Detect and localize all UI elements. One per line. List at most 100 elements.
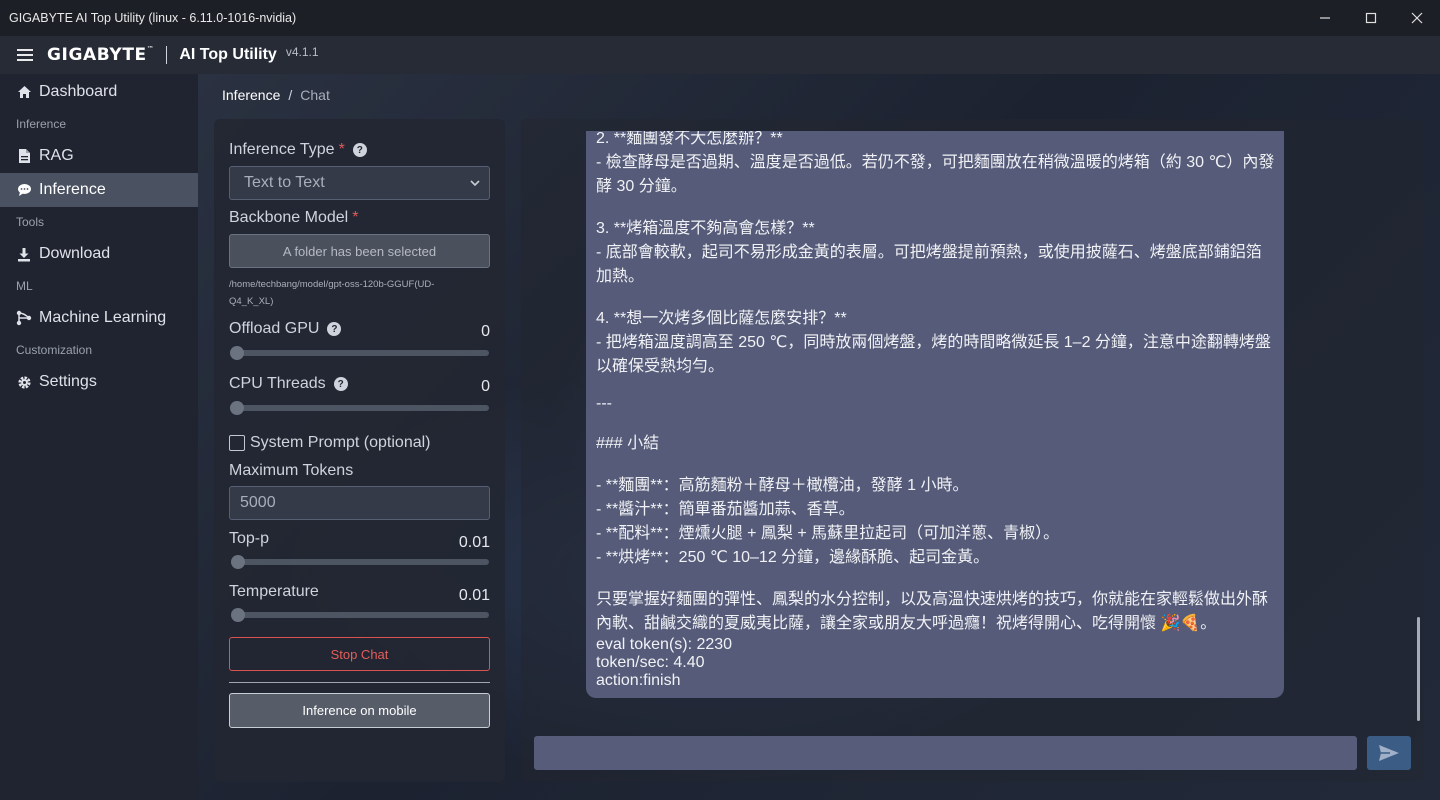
document-icon <box>16 148 32 164</box>
message-body: 2. **麵團發不大怎麼辦？** - 檢查酵母是否過期、溫度是否過低。若仍不發，… <box>596 131 1274 690</box>
send-button[interactable] <box>1367 736 1411 770</box>
breadcrumb-inference[interactable]: Inference <box>222 87 280 103</box>
maximize-button[interactable] <box>1348 0 1394 36</box>
stop-chat-button[interactable]: Stop Chat <box>229 637 490 671</box>
network-icon <box>16 310 32 326</box>
sidebar-item-label: Dashboard <box>39 83 118 100</box>
message-line: 以確保受熱均勻。 <box>596 358 725 375</box>
offload-gpu-slider[interactable] <box>230 346 489 360</box>
eval-tokens: eval token(s): 2230 <box>596 636 733 653</box>
label-text: Offload GPU <box>229 320 320 337</box>
message-line: 加熱。 <box>596 268 645 285</box>
inference-type-label: Inference Type * ? <box>229 141 367 159</box>
input-value: 5000 <box>240 494 276 511</box>
assistant-message: 2. **麵團發不大怎麼辦？** - 檢查酵母是否過期、溫度是否過低。若仍不發，… <box>586 131 1284 698</box>
message-line: - **醬汁**：簡單番茄醬加蒜、香草。 <box>596 501 855 518</box>
max-tokens-label: Maximum Tokens <box>229 462 353 480</box>
sidebar-section-inference: Inference <box>16 117 67 131</box>
temperature-slider[interactable] <box>231 608 489 622</box>
app-title: AI Top Utility <box>179 46 277 63</box>
sidebar-item-machine-learning[interactable]: Machine Learning <box>0 301 198 335</box>
message-line: - **烘烤**：250 ℃ 10–12 分鐘，邊緣酥脆、起司金黃。 <box>596 549 990 566</box>
inference-settings-panel: Inference Type * ? Text to Text Backbone … <box>214 119 505 782</box>
offload-gpu-label: Offload GPU ? <box>229 320 342 338</box>
required-mark: * <box>338 141 345 158</box>
help-icon[interactable]: ? <box>327 322 342 336</box>
download-icon <box>16 246 32 262</box>
backbone-model-label: Backbone Model * <box>229 209 358 227</box>
maximize-icon <box>1365 12 1377 24</box>
slider-thumb[interactable] <box>231 555 245 569</box>
temperature-label: Temperature <box>229 583 319 601</box>
system-prompt-toggle[interactable]: System Prompt (optional) <box>229 434 431 452</box>
home-icon <box>16 84 32 100</box>
sidebar-item-label: Inference <box>39 181 106 198</box>
checkbox-label: System Prompt (optional) <box>250 434 431 451</box>
brand-tm: ™ <box>146 45 155 53</box>
sidebar-item-label: Settings <box>39 373 97 390</box>
sidebar-item-dashboard[interactable]: Dashboard <box>0 75 198 109</box>
app-header: GIGABYTE™ AI Top Utility v4.1.1 <box>0 36 1440 74</box>
close-button[interactable] <box>1394 0 1440 36</box>
minimize-button[interactable] <box>1302 0 1348 36</box>
system-prompt-checkbox[interactable] <box>229 435 245 451</box>
chat-input[interactable] <box>534 736 1357 770</box>
help-icon[interactable]: ? <box>333 377 348 391</box>
sidebar-section-ml: ML <box>16 279 33 293</box>
top-p-slider[interactable] <box>231 555 489 569</box>
message-line: 4. **想一次烤多個比薩怎麼安排？** <box>596 310 847 327</box>
tokens-per-sec: token/sec: 4.40 <box>596 654 705 671</box>
select-folder-button[interactable]: A folder has been selected <box>229 234 490 268</box>
sidebar-item-label: Download <box>39 245 111 262</box>
chat-bubble-icon <box>16 182 32 198</box>
gear-icon <box>16 374 32 390</box>
required-mark: * <box>352 209 359 226</box>
minimize-icon <box>1320 17 1330 19</box>
message-line: - **配料**：煙燻火腿 + 鳳梨 + 馬蘇里拉起司（可加洋蔥、青椒）。 <box>596 525 1060 542</box>
top-p-label: Top-p <box>229 530 269 548</box>
menu-icon[interactable] <box>17 49 33 61</box>
message-line: --- <box>596 395 612 412</box>
max-tokens-input[interactable]: 5000 <box>229 486 490 520</box>
inference-type-select[interactable]: Text to Text <box>229 166 490 200</box>
chat-panel: 2. **麵團發不大怎麼辦？** - 檢查酵母是否過期、溫度是否過低。若仍不發，… <box>521 119 1424 782</box>
temperature-value: 0.01 <box>458 587 490 604</box>
window-titlebar: GIGABYTE AI Top Utility (linux - 6.11.0-… <box>0 0 1440 36</box>
slider-thumb[interactable] <box>231 608 245 622</box>
inference-on-mobile-button[interactable]: Inference on mobile <box>229 693 490 728</box>
message-line: 內軟、甜鹹交織的夏威夷比薩，讓全家或朋友大呼過癮！祝烤得開心、吃得開懷 🎉🍕。 <box>596 615 1217 632</box>
top-p-value: 0.01 <box>458 534 490 551</box>
message-line: - 檢查酵母是否過期、溫度是否過低。若仍不發，可把麵團放在稍微溫暖的烤箱（約 3… <box>596 154 1275 171</box>
sidebar-item-rag[interactable]: RAG <box>0 139 198 173</box>
sidebar-item-download[interactable]: Download <box>0 237 198 271</box>
action-status: action:finish <box>596 672 681 689</box>
select-value: Text to Text <box>244 174 325 191</box>
offload-gpu-value: 0 <box>481 323 490 340</box>
message-line: 3. **烤箱溫度不夠高會怎樣？** <box>596 220 815 237</box>
cpu-threads-label: CPU Threads ? <box>229 375 348 393</box>
label-text: Backbone Model <box>229 209 349 226</box>
sidebar-section-tools: Tools <box>16 215 45 229</box>
sidebar-item-label: Machine Learning <box>39 309 167 326</box>
slider-thumb[interactable] <box>230 401 244 415</box>
message-line: 酵 30 分鐘。 <box>596 178 687 195</box>
cpu-threads-slider[interactable] <box>230 401 489 415</box>
main-content: Inference / Chat Inference Type * ? Text … <box>198 74 1440 800</box>
message-line: ### 小結 <box>596 435 660 452</box>
message-line: - 把烤箱溫度調高至 250 ℃，同時放兩個烤盤，烤的時間略微延長 1–2 分鐘… <box>596 334 1271 351</box>
sidebar-item-settings[interactable]: Settings <box>0 365 198 399</box>
label-text: Maximum Tokens <box>229 462 354 479</box>
app-version: v4.1.1 <box>285 45 319 59</box>
brand-text: GIGABYTE <box>47 45 147 65</box>
message-line: 2. **麵團發不大怎麼辦？** <box>596 131 783 147</box>
header-divider <box>166 46 168 64</box>
model-path: /home/techbang/model/gpt-oss-120b-GGUF(U… <box>229 279 435 307</box>
message-line: 只要掌握好麵團的彈性、鳳梨的水分控制，以及高溫快速烘烤的技巧，你就能在家輕鬆做出… <box>596 591 1269 608</box>
label-text: CPU Threads <box>229 375 326 392</box>
slider-thumb[interactable] <box>230 346 244 360</box>
sidebar-section-customization: Customization <box>16 343 93 357</box>
help-icon[interactable]: ? <box>352 143 367 157</box>
message-line: - **麵團**：高筋麵粉＋酵母＋橄欖油，發酵 1 小時。 <box>596 477 969 494</box>
chat-scrollbar[interactable] <box>1417 617 1420 721</box>
sidebar-item-inference[interactable]: Inference <box>0 173 198 207</box>
